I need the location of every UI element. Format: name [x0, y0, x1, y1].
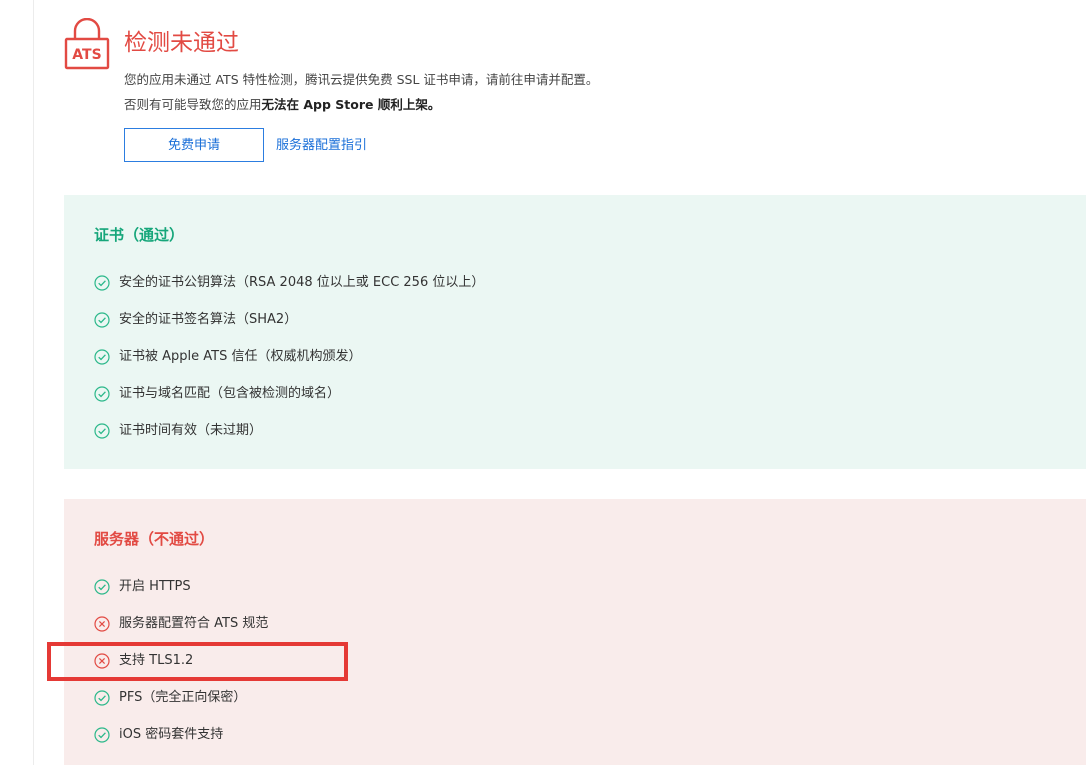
cert-check-label: 证书与域名匹配（包含被检测的域名） — [119, 386, 341, 401]
page-title: 检测未通过 — [124, 30, 239, 56]
server-panel-title: 服务器（不通过） — [94, 530, 215, 548]
certificate-panel-title: 证书（通过） — [94, 226, 185, 244]
description-line-1: 您的应用未通过 ATS 特性检测，腾讯云提供免费 SSL 证书申请，请前往申请并… — [124, 72, 599, 87]
cert-check-item: 证书被 Apple ATS 信任（权威机构颁发） — [94, 347, 361, 367]
server-check-item: 服务器配置符合 ATS 规范 — [94, 614, 268, 634]
description-line-2: 否则有可能导致您的应用无法在 App Store 顺利上架。 — [124, 96, 440, 114]
x-circle-icon — [94, 653, 110, 669]
check-circle-icon — [94, 349, 110, 365]
server-config-guide-link[interactable]: 服务器配置指引 — [276, 137, 367, 155]
server-check-label: 服务器配置符合 ATS 规范 — [119, 616, 269, 631]
server-check-item: 支持 TLS1.2 — [94, 651, 193, 671]
server-check-label: PFS（完全正向保密） — [119, 690, 247, 705]
description-line-2-text: 否则有可能导致您的应用 — [124, 97, 262, 112]
cert-check-item: 安全的证书公钥算法（RSA 2048 位以上或 ECC 256 位以上） — [94, 273, 484, 293]
free-apply-button[interactable]: 免费申请 — [124, 128, 264, 162]
server-check-label: iOS 密码套件支持 — [119, 727, 224, 742]
cert-check-item: 证书时间有效（未过期） — [94, 421, 262, 441]
server-check-label: 支持 TLS1.2 — [119, 653, 194, 668]
ats-lock-icon: ATS — [64, 18, 110, 70]
left-divider — [33, 0, 34, 765]
description-line-2-bold: 无法在 App Store 顺利上架。 — [261, 97, 441, 112]
check-circle-icon — [94, 690, 110, 706]
cert-check-item: 安全的证书签名算法（SHA2） — [94, 310, 297, 330]
check-circle-icon — [94, 312, 110, 328]
check-circle-icon — [94, 386, 110, 402]
cert-check-label: 证书被 Apple ATS 信任（权威机构颁发） — [119, 349, 362, 364]
certificate-panel: 证书（通过） 安全的证书公钥算法（RSA 2048 位以上或 ECC 256 位… — [64, 195, 1086, 469]
server-check-label: 开启 HTTPS — [119, 579, 191, 594]
cert-check-label: 证书时间有效（未过期） — [119, 423, 263, 438]
check-circle-icon — [94, 579, 110, 595]
cert-check-label: 安全的证书签名算法（SHA2） — [119, 312, 298, 327]
cert-check-label: 安全的证书公钥算法（RSA 2048 位以上或 ECC 256 位以上） — [119, 275, 485, 290]
server-check-item: 开启 HTTPS — [94, 577, 191, 597]
server-check-item: iOS 密码套件支持 — [94, 725, 223, 745]
ats-badge-text: ATS — [72, 47, 101, 63]
check-circle-icon — [94, 423, 110, 439]
x-circle-icon — [94, 616, 110, 632]
cert-check-item: 证书与域名匹配（包含被检测的域名） — [94, 384, 340, 404]
check-circle-icon — [94, 727, 110, 743]
check-circle-icon — [94, 275, 110, 291]
server-panel: 服务器（不通过） 开启 HTTPS 服务器配置符合 ATS 规范 支持 TLS1… — [64, 499, 1086, 765]
server-check-item: PFS（完全正向保密） — [94, 688, 246, 708]
